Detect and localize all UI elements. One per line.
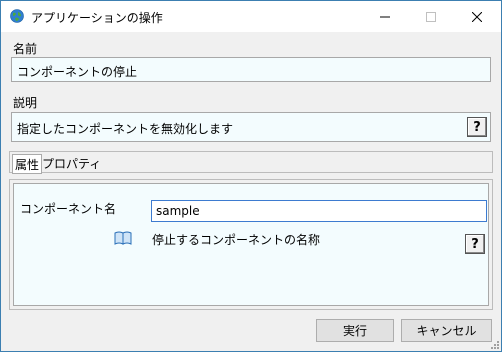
resize-grip-icon[interactable] (489, 339, 499, 349)
property-help-button[interactable]: ? (465, 234, 485, 254)
globe-icon (10, 9, 24, 23)
close-icon (472, 11, 482, 22)
properties-panel: コンポーネント名 停止するコンポーネントの名称 ? (9, 179, 493, 310)
name-label: 名前 (13, 42, 38, 56)
dialog-window: アプリケーションの操作 名前 コンポーネントの停止 説明 指定したコンポーネント… (0, 0, 502, 352)
tab-properties[interactable]: プロパティ (40, 154, 103, 172)
minimize-icon (380, 16, 390, 17)
name-value: コンポーネントの停止 (17, 65, 138, 79)
tab-bar: 属性 プロパティ (9, 151, 493, 174)
component-name-input[interactable] (151, 200, 487, 222)
cancel-button[interactable]: キャンセル (401, 319, 492, 342)
minimize-button[interactable] (362, 1, 408, 32)
help-icon: ? (473, 119, 481, 135)
maximize-button[interactable] (408, 1, 454, 32)
description-label: 説明 (13, 96, 38, 110)
tab-attributes[interactable]: 属性 (12, 154, 43, 174)
window-title: アプリケーションの操作 (31, 11, 163, 25)
run-button[interactable]: 実行 (316, 319, 394, 342)
name-field: コンポーネントの停止 (11, 57, 491, 82)
component-name-label: コンポーネント名 (20, 202, 117, 216)
tab-attributes-label: 属性 (15, 157, 40, 172)
description-help-button[interactable]: ? (467, 117, 487, 137)
book-icon (114, 231, 132, 245)
component-name-description: 停止するコンポーネントの名称 (152, 233, 321, 247)
description-field: 指定したコンポーネントを無効化します ? (11, 112, 491, 142)
tab-properties-label: プロパティ (42, 156, 102, 171)
maximize-icon (426, 11, 436, 22)
properties-panel-inner: コンポーネント名 停止するコンポーネントの名称 ? (13, 183, 489, 306)
description-value: 指定したコンポーネントを無効化します (17, 122, 234, 136)
title-bar[interactable]: アプリケーションの操作 (1, 1, 501, 32)
help-icon: ? (471, 236, 479, 252)
close-button[interactable] (454, 1, 500, 32)
